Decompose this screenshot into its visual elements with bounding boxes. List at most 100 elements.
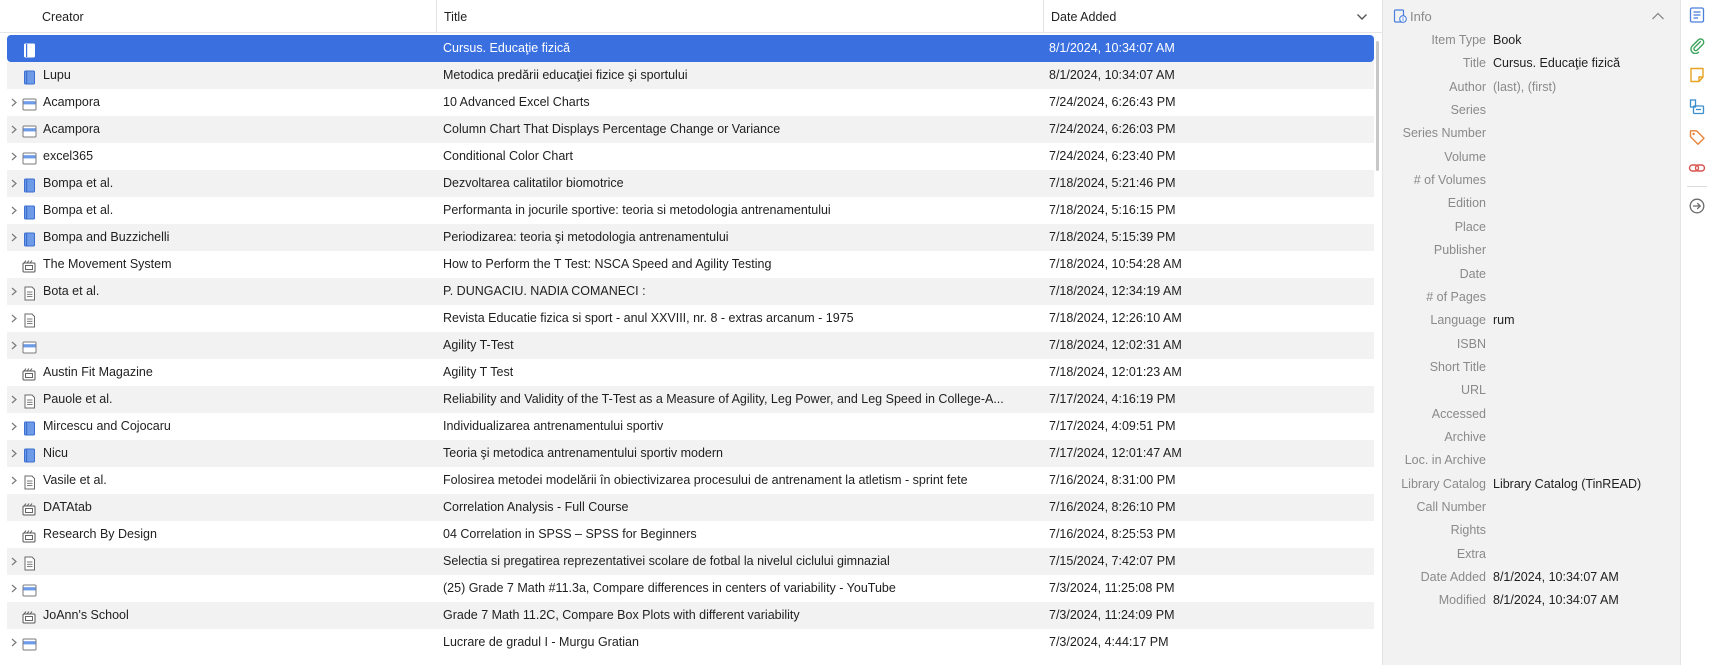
field-modified: Modified 8/1/2024, 10:34:07 AM bbox=[1383, 588, 1681, 613]
item-pane-side-nav bbox=[1680, 0, 1712, 665]
item-date-added: 7/18/2024, 12:02:31 AM bbox=[1049, 338, 1182, 352]
field-item-type: Item Type Book bbox=[1383, 28, 1681, 53]
field-date-added: Date Added 8/1/2024, 10:34:07 AM bbox=[1383, 565, 1681, 590]
item-row[interactable]: Acampora Column Chart That Displays Perce… bbox=[7, 116, 1374, 143]
libraries-collections-nav-icon[interactable] bbox=[1686, 96, 1708, 118]
webpage-item-type-icon bbox=[22, 149, 38, 165]
info-nav-icon[interactable] bbox=[1686, 4, 1708, 26]
field-label: Library Catalog bbox=[1401, 476, 1486, 491]
field-value[interactable]: rum bbox=[1493, 308, 1678, 333]
expand-chevron-right-icon[interactable] bbox=[8, 386, 20, 413]
item-row[interactable]: Nicu Teoria şi metodica antrenamentului s… bbox=[7, 440, 1374, 467]
notes-nav-icon[interactable] bbox=[1686, 64, 1708, 86]
item-row[interactable]: JoAnn's School Grade 7 Math 11.2C, Compar… bbox=[7, 602, 1374, 629]
item-row[interactable]: Bompa and Buzzichelli Periodizarea: teori… bbox=[7, 224, 1374, 251]
expand-chevron-right-icon[interactable] bbox=[8, 305, 20, 332]
video-item-type-icon bbox=[22, 500, 38, 516]
items-scroll-thumb[interactable] bbox=[1376, 41, 1379, 171]
column-header-creator[interactable]: Creator bbox=[36, 0, 436, 33]
item-row[interactable]: Cursus. Educaţie fizică 8/1/2024, 10:34:0… bbox=[7, 35, 1374, 62]
locate-nav-icon[interactable] bbox=[1686, 195, 1708, 217]
field-label: Title bbox=[1462, 56, 1486, 71]
field-loc-in-archive: Loc. in Archive bbox=[1383, 448, 1681, 473]
item-row[interactable]: The Movement System How to Perform the T … bbox=[7, 251, 1374, 278]
expand-chevron-right-icon[interactable] bbox=[8, 89, 20, 116]
document-item-type-icon bbox=[22, 554, 38, 571]
field-title: Title Cursus. Educaţie fizică bbox=[1383, 51, 1681, 76]
item-title: Teoria şi metodica antrenamentului sport… bbox=[443, 446, 723, 460]
item-date-added: 7/17/2024, 12:01:47 AM bbox=[1049, 446, 1182, 460]
item-row[interactable]: excel365 Conditional Color Chart 7/24/2024… bbox=[7, 143, 1374, 170]
field-label: Loc. in Archive bbox=[1404, 453, 1486, 468]
related-nav-icon[interactable] bbox=[1686, 157, 1708, 179]
expand-chevron-right-icon[interactable] bbox=[8, 440, 20, 467]
item-row[interactable]: Lupu Metodica predării educaţiei fizice ş… bbox=[7, 62, 1374, 89]
field-label: Date Added bbox=[1420, 570, 1486, 585]
author-first-placeholder[interactable]: (first) bbox=[1528, 80, 1556, 94]
expand-chevron-right-icon[interactable] bbox=[8, 548, 20, 575]
item-row[interactable]: Bota et al. P. DUNGACIU. NADIA COMANECI :… bbox=[7, 278, 1374, 305]
item-row[interactable]: Mircescu and Cojocaru Individualizarea an… bbox=[7, 413, 1374, 440]
webpage-item-type-icon bbox=[22, 635, 38, 651]
item-row[interactable]: Bompa et al. Performanta in jocurile spor… bbox=[7, 197, 1374, 224]
field-label: Call Number bbox=[1416, 500, 1486, 514]
expand-chevron-right-icon[interactable] bbox=[8, 116, 20, 143]
item-date-added: 8/1/2024, 10:34:07 AM bbox=[1049, 68, 1175, 82]
expand-chevron-right-icon[interactable] bbox=[8, 143, 20, 170]
item-title: How to Perform the T Test: NSCA Speed an… bbox=[443, 257, 772, 271]
item-row[interactable]: Bompa et al. Dezvoltarea calitatilor biom… bbox=[7, 170, 1374, 197]
field-value[interactable]: 8/1/2024, 10:34:07 AM bbox=[1493, 565, 1678, 590]
expand-chevron-right-icon[interactable] bbox=[8, 332, 20, 359]
expand-chevron-right-icon[interactable] bbox=[8, 278, 20, 305]
video-item-type-icon bbox=[22, 608, 38, 624]
author-last-placeholder[interactable]: (last) bbox=[1493, 80, 1521, 94]
field-value[interactable]: Book bbox=[1493, 28, 1678, 53]
item-title: 10 Advanced Excel Charts bbox=[443, 95, 590, 109]
attachments-nav-icon[interactable] bbox=[1686, 34, 1708, 56]
expand-chevron-right-icon[interactable] bbox=[8, 413, 20, 440]
item-row[interactable]: Vasile et al. Folosirea metodei modelării… bbox=[7, 467, 1374, 494]
expand-chevron-right-icon[interactable] bbox=[8, 629, 20, 656]
expand-chevron-right-icon[interactable] bbox=[8, 467, 20, 494]
item-row[interactable]: Acampora 10 Advanced Excel Charts 7/24/202… bbox=[7, 89, 1374, 116]
item-row[interactable]: (25) Grade 7 Math #11.3a, Compare differ… bbox=[7, 575, 1374, 602]
collapse-chevron-up-icon[interactable] bbox=[1651, 10, 1665, 22]
expand-chevron-right-icon[interactable] bbox=[8, 575, 20, 602]
author-name-field[interactable]: (last), (first) bbox=[1493, 75, 1678, 100]
tags-nav-icon[interactable] bbox=[1686, 126, 1708, 148]
item-row[interactable]: Research By Design 04 Correlation in SPSS… bbox=[7, 521, 1374, 548]
item-creator: excel365 bbox=[43, 149, 94, 163]
item-row[interactable]: Pauole et al. Reliability and Validity of… bbox=[7, 386, 1374, 413]
expand-chevron-right-icon[interactable] bbox=[8, 170, 20, 197]
book-item-type-icon bbox=[22, 176, 38, 193]
expand-chevron-right-icon[interactable] bbox=[8, 224, 20, 251]
field-series-number: Series Number bbox=[1383, 121, 1681, 146]
field-value[interactable]: 8/1/2024, 10:34:07 AM bbox=[1493, 588, 1678, 613]
item-row[interactable]: Revista Educatie fizica si sport - anul … bbox=[7, 305, 1374, 332]
field-label: Short Title bbox=[1429, 359, 1486, 374]
item-row[interactable]: Austin Fit Magazine Agility T Test 7/18/20… bbox=[7, 359, 1374, 386]
item-row[interactable]: DATAtab Correlation Analysis - Full Cours… bbox=[7, 494, 1374, 521]
field-value[interactable]: Cursus. Educaţie fizică bbox=[1493, 51, 1678, 76]
item-creator: Austin Fit Magazine bbox=[43, 365, 153, 379]
webpage-item-type-icon bbox=[22, 581, 38, 597]
column-picker-chevron-down-icon[interactable] bbox=[1346, 0, 1378, 33]
item-row[interactable]: Lucrare de gradul I - Murgu Gratian 7/3/2… bbox=[7, 629, 1374, 656]
item-creator: Bompa et al. bbox=[43, 176, 114, 190]
item-title: Grade 7 Math 11.2C, Compare Box Plots wi… bbox=[443, 608, 800, 622]
book-item-type-icon bbox=[22, 230, 38, 247]
item-title: Agility T Test bbox=[443, 365, 514, 379]
field-label: Place bbox=[1454, 219, 1486, 234]
item-row[interactable]: Selectia si pregatirea reprezentativei s… bbox=[7, 548, 1374, 575]
column-header-title[interactable]: Title bbox=[436, 0, 1043, 33]
field-value[interactable]: Library Catalog (TinREAD) bbox=[1493, 472, 1678, 497]
column-header-date-added[interactable]: Date Added bbox=[1043, 0, 1375, 33]
item-title: Performanta in jocurile sportive: teoria… bbox=[443, 203, 831, 217]
book-item-type-icon bbox=[22, 203, 38, 220]
field-label: # of Pages bbox=[1426, 289, 1486, 304]
item-row[interactable]: Agility T-Test 7/18/2024, 12:02:31 AM bbox=[7, 332, 1374, 359]
book-item-type-icon bbox=[22, 41, 38, 58]
items-scrollbar[interactable] bbox=[1374, 33, 1382, 665]
expand-chevron-right-icon[interactable] bbox=[8, 197, 20, 224]
field-extra: Extra bbox=[1383, 542, 1681, 567]
